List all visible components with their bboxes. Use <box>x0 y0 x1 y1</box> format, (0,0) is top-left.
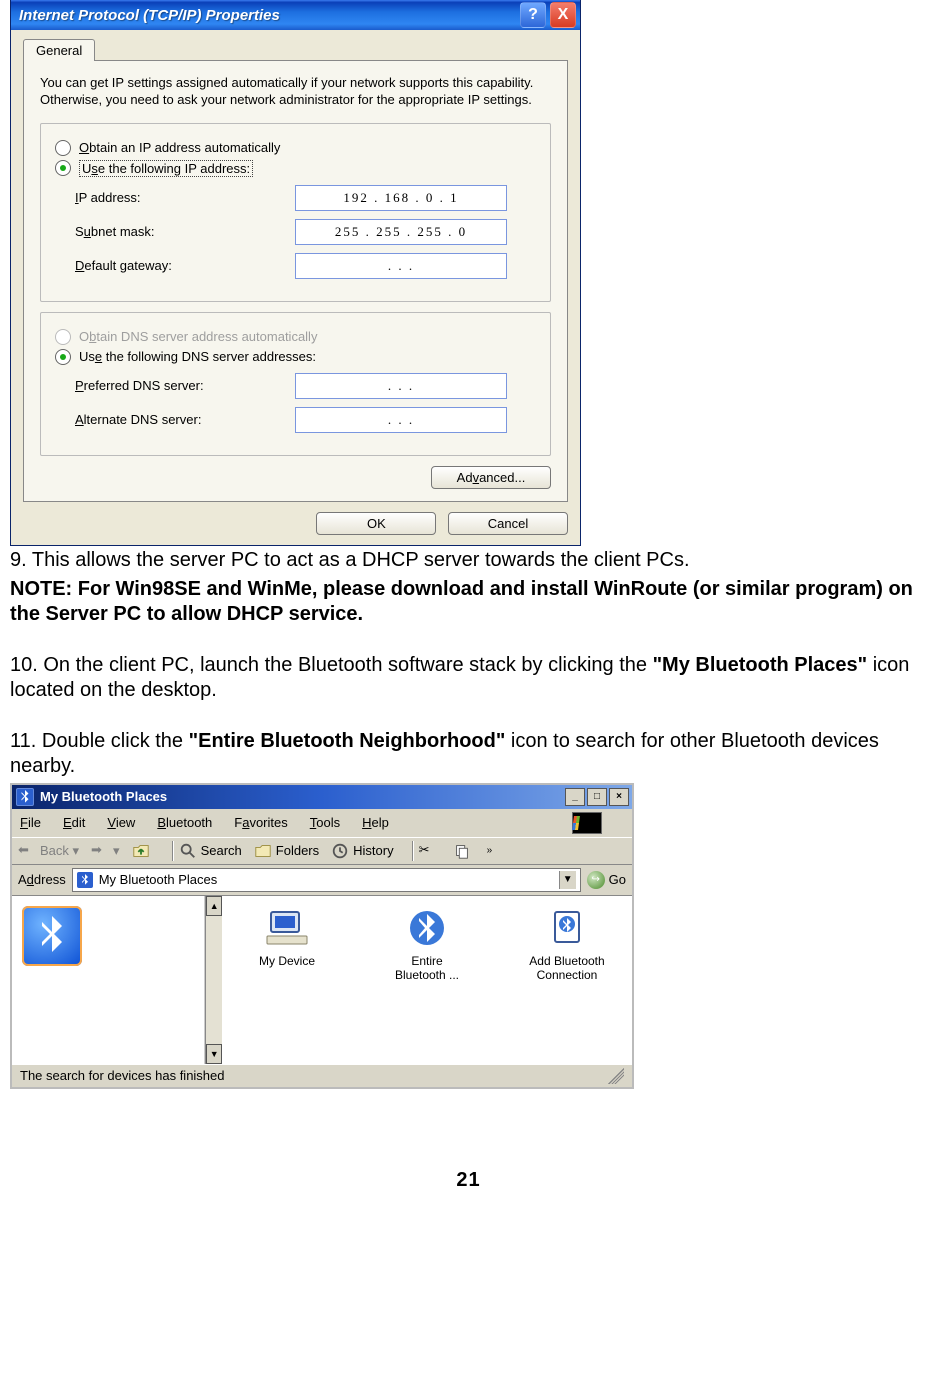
bluetooth-globe-icon <box>405 908 449 948</box>
left-scrollbar[interactable]: ▲ ▼ <box>205 896 222 1064</box>
minimize-button[interactable]: _ <box>565 788 585 806</box>
radio-use-ip[interactable] <box>55 160 71 176</box>
bluetooth-places-window: My Bluetooth Places _ □ × FileFile EditE… <box>10 783 634 1089</box>
bluetooth-icon <box>77 872 93 888</box>
paragraph-9: 9. This allows the server PC to act as a… <box>10 548 927 573</box>
resize-grip-icon[interactable] <box>608 1068 624 1084</box>
menubar: FileFile EditEdit ViewView BluetoothBlue… <box>12 809 632 837</box>
default-gateway-label: Default gateway: <box>75 258 295 273</box>
radio-use-ip-label: Use the following IP address: <box>79 160 253 177</box>
menu-view[interactable]: View <box>107 815 135 830</box>
default-gateway-input[interactable]: . . . <box>295 253 507 279</box>
item-label: My Device <box>232 954 342 968</box>
menu-edit[interactable]: Edit <box>63 815 85 830</box>
advanced-button[interactable]: Advanced... <box>431 466 551 489</box>
chevron-down-icon[interactable]: ▼ <box>559 871 576 889</box>
address-bar: Address Address My Bluetooth Places ▼ ↪ … <box>12 865 632 896</box>
ip-address-input[interactable]: 192 . 168 . 0 . 1 <box>295 185 507 211</box>
copy-button[interactable] <box>453 842 475 860</box>
menu-favorites[interactable]: Favorites <box>234 815 287 830</box>
radio-obtain-ip-label: Obtain an IP address automatically <box>79 140 280 155</box>
radio-obtain-dns <box>55 329 71 345</box>
note-paragraph: NOTE: For Win98SE and WinMe, please down… <box>10 577 927 627</box>
window-titlebar[interactable]: My Bluetooth Places _ □ × <box>12 785 632 809</box>
help-button[interactable]: ? <box>520 2 546 28</box>
scissors-icon: ✂ <box>419 842 437 860</box>
dialog-description: You can get IP settings assigned automat… <box>40 75 551 109</box>
history-button[interactable]: History <box>331 842 393 860</box>
folders-icon <box>254 842 272 860</box>
go-button[interactable]: ↪ Go <box>587 871 626 889</box>
tcpip-properties-dialog: Internet Protocol (TCP/IP) Properties ? … <box>10 0 581 546</box>
page-number: 21 <box>10 1169 927 1192</box>
ip-group: Obtain an IP address automatically Obtai… <box>40 123 551 302</box>
search-icon <box>179 842 197 860</box>
preferred-dns-input[interactable]: . . . <box>295 373 507 399</box>
left-pane <box>12 896 205 1064</box>
paragraph-11: 11. Double click the "Entire Bluetooth N… <box>10 729 927 779</box>
radio-use-dns[interactable] <box>55 349 71 365</box>
cut-button[interactable]: ✂ <box>419 842 441 860</box>
address-value: My Bluetooth Places <box>99 872 218 887</box>
status-text: The search for devices has finished <box>20 1068 225 1084</box>
preferred-dns-label: Preferred DNS server: <box>75 378 295 393</box>
go-icon: ↪ <box>587 871 605 889</box>
menu-file[interactable]: File <box>20 815 41 830</box>
search-button[interactable]: Search <box>179 842 242 860</box>
item-label-l2: Bluetooth ... <box>372 968 482 982</box>
more-button[interactable]: » <box>487 845 493 856</box>
copy-icon <box>453 842 471 860</box>
status-bar: The search for devices has finished <box>12 1064 632 1087</box>
paragraph-10: 10. On the client PC, launch the Bluetoo… <box>10 653 927 703</box>
up-button[interactable] <box>132 842 154 860</box>
ip-address-label: IP address: <box>75 190 295 205</box>
ok-button[interactable]: OK <box>316 512 436 535</box>
cancel-button[interactable]: Cancel <box>448 512 568 535</box>
dialog-title: Internet Protocol (TCP/IP) Properties <box>19 7 516 24</box>
menu-help[interactable]: Help <box>362 815 389 830</box>
folder-up-icon <box>132 842 150 860</box>
close-button[interactable]: X <box>550 2 576 28</box>
tab-general[interactable]: General <box>23 39 95 61</box>
subnet-mask-input[interactable]: 255 . 255 . 255 . 0 <box>295 219 507 245</box>
radio-obtain-ip[interactable] <box>55 140 71 156</box>
windows-logo-icon <box>572 812 602 834</box>
bluetooth-icon <box>16 788 34 806</box>
radio-obtain-dns-label: Obtain DNS server address automatically <box>79 329 317 344</box>
item-label-l1: Add Bluetooth <box>512 954 622 968</box>
arrow-left-icon: ⬅ <box>18 842 36 860</box>
menu-tools[interactable]: Tools <box>310 815 340 830</box>
maximize-button[interactable]: □ <box>587 788 607 806</box>
subnet-mask-label: Subnet mask: <box>75 224 295 239</box>
add-bluetooth-item[interactable]: Add Bluetooth Connection <box>512 908 622 982</box>
toolbar: ⬅ Back ▾ ➡▾ Search Folders History <box>12 837 632 865</box>
window-title: My Bluetooth Places <box>40 789 563 804</box>
dialog-titlebar[interactable]: Internet Protocol (TCP/IP) Properties ? … <box>11 0 580 30</box>
back-button: ⬅ Back ▾ <box>18 842 79 860</box>
menu-bluetooth[interactable]: Bluetooth <box>157 815 212 830</box>
arrow-right-icon: ➡ <box>91 842 109 860</box>
close-button[interactable]: × <box>609 788 629 806</box>
alternate-dns-input[interactable]: . . . <box>295 407 507 433</box>
entire-bluetooth-item[interactable]: Entire Bluetooth ... <box>372 908 482 982</box>
history-icon <box>331 842 349 860</box>
alternate-dns-label: Alternate DNS server: <box>75 412 295 427</box>
my-device-item[interactable]: My Device <box>232 908 342 968</box>
scroll-down-icon[interactable]: ▼ <box>206 1044 222 1064</box>
add-bluetooth-icon <box>545 908 589 948</box>
address-field[interactable]: My Bluetooth Places ▼ <box>72 868 581 892</box>
item-label-l1: Entire <box>372 954 482 968</box>
folders-button[interactable]: Folders <box>254 842 319 860</box>
radio-use-dns-label: Use the following DNS server addresses: <box>79 349 316 364</box>
computer-icon <box>265 908 309 948</box>
scroll-up-icon[interactable]: ▲ <box>206 896 222 916</box>
bluetooth-large-icon <box>22 906 82 966</box>
address-label: Address <box>18 872 66 887</box>
item-label-l2: Connection <box>512 968 622 982</box>
forward-button: ➡▾ <box>91 842 120 860</box>
client-area: ▲ ▼ My Device Entire Bluetooth ... <box>12 896 632 1064</box>
dns-group: Obtain DNS server address automatically … <box>40 312 551 456</box>
